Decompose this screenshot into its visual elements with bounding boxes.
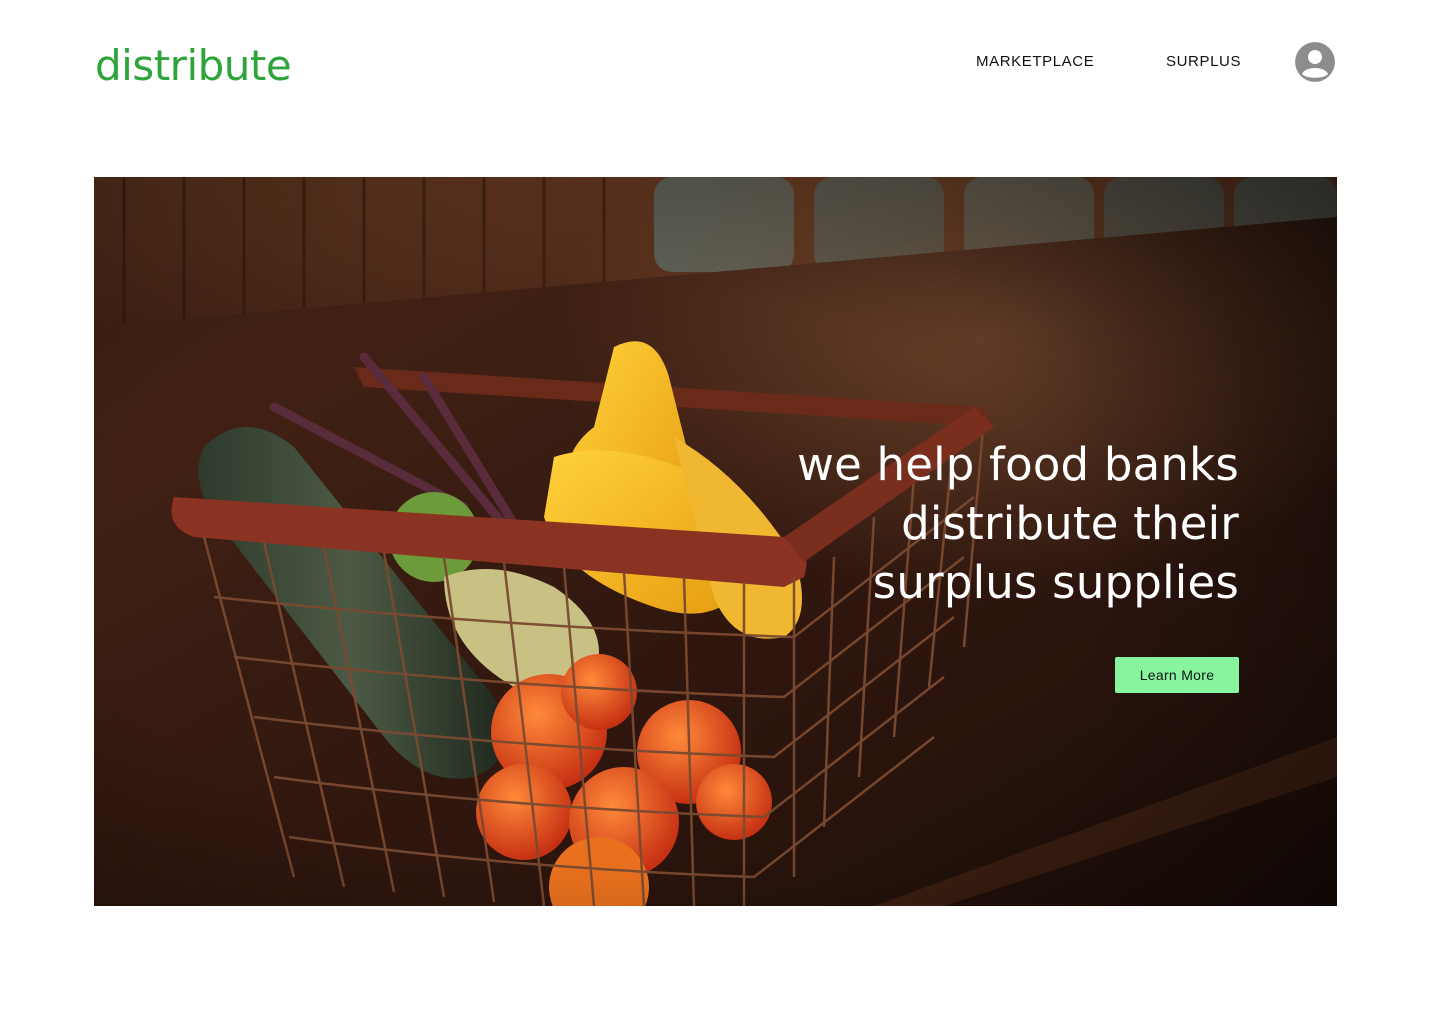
hero-headline-line-2: distribute their [901, 497, 1239, 550]
hero-headline-line-1: we help food banks [797, 438, 1239, 491]
user-account-icon[interactable] [1295, 42, 1335, 82]
landing-page: distribute MARKETPLACE SURPLUS we help f… [0, 0, 1440, 1024]
hero-banner: we help food banks distribute their surp… [94, 177, 1337, 906]
learn-more-button[interactable]: Learn More [1115, 657, 1239, 693]
hero-headline-line-3: surplus supplies [872, 556, 1239, 609]
nav-marketplace-link[interactable]: MARKETPLACE [976, 52, 1094, 72]
nav-surplus-link[interactable]: SURPLUS [1166, 52, 1241, 72]
hero-headline: we help food banks distribute their surp… [719, 435, 1239, 612]
brand-logo[interactable]: distribute [95, 40, 292, 92]
